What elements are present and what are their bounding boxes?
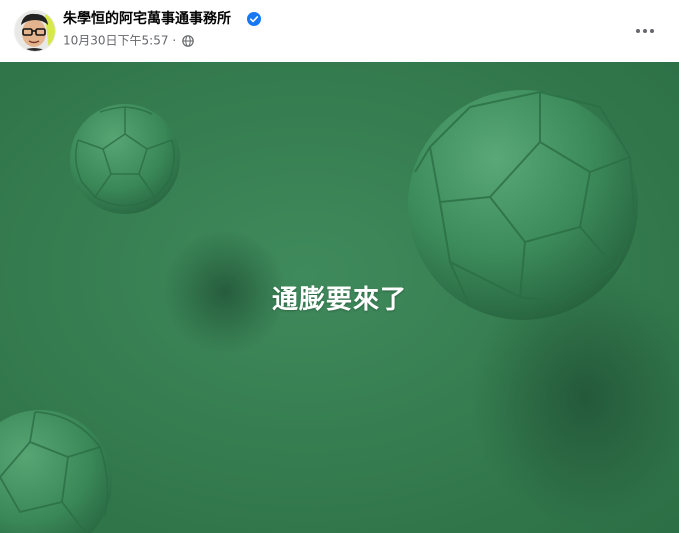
post-header: 朱學恒的阿宅萬事通事務所 10月30日下午5:57 · [0, 0, 679, 62]
post-timestamp-link[interactable]: 10月30日下午5:57 [63, 34, 169, 48]
facebook-post: 朱學恒的阿宅萬事通事務所 10月30日下午5:57 · 通膨要來了 [0, 0, 679, 533]
avatar-face-icon [15, 11, 55, 51]
meta-separator: · [172, 33, 177, 48]
bottom-soccer-ball [0, 410, 112, 533]
author-avatar[interactable] [15, 11, 55, 51]
overlay-caption: 通膨要來了 [271, 285, 407, 315]
globe-icon[interactable] [182, 34, 194, 47]
verified-badge-icon [247, 12, 261, 26]
post-image[interactable]: 通膨要來了 [0, 62, 679, 533]
small-soccer-ball [70, 104, 180, 214]
post-meta: 10月30日下午5:57 · [63, 32, 194, 49]
author-name-link[interactable]: 朱學恒的阿宅萬事通事務所 [63, 10, 231, 28]
more-options-button[interactable] [627, 13, 663, 49]
more-options-icon [636, 29, 654, 33]
